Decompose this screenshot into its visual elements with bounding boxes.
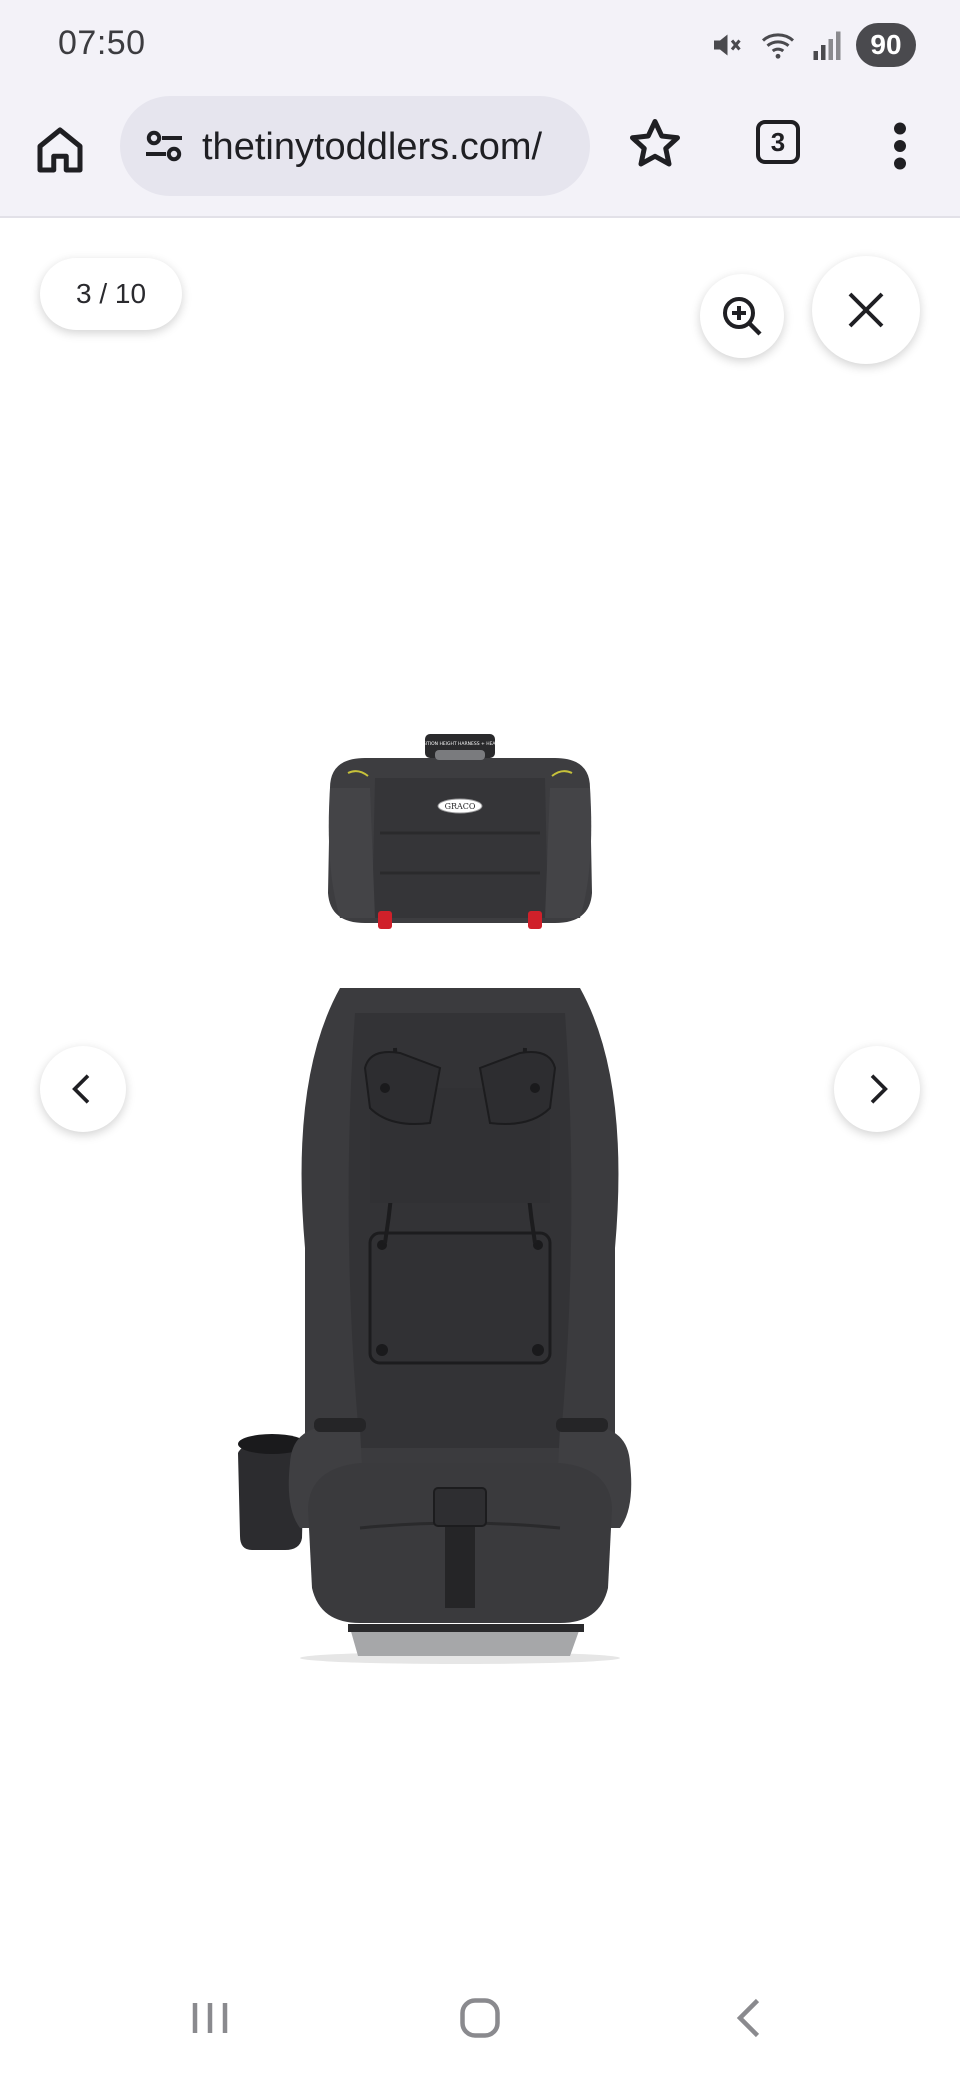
star-icon: [630, 119, 680, 167]
more-vert-icon: [894, 122, 906, 170]
system-home-button[interactable]: [450, 1988, 510, 2048]
system-navigation-bar: [0, 1958, 960, 2080]
close-gallery-button[interactable]: [812, 256, 920, 364]
bookmark-button[interactable]: [625, 114, 685, 174]
graco-logo: GRACO: [445, 802, 476, 811]
zoom-button[interactable]: [700, 274, 784, 358]
recent-apps-icon: [192, 2003, 228, 2033]
url-text[interactable]: thetinytoddlers.com/: [202, 122, 582, 172]
headrest-label: 10 POSITION HEIGHT HARNESS + HEADREST: [409, 741, 510, 747]
home-circle-icon: [460, 1998, 500, 2038]
signal-icon: [813, 31, 841, 60]
status-icons: 90: [708, 22, 916, 68]
status-bar: 07:50 90: [0, 0, 960, 90]
mute-icon: [714, 34, 741, 56]
image-counter: 3 / 10: [40, 258, 182, 330]
back-icon: [736, 1998, 760, 2038]
more-options-button[interactable]: [880, 116, 920, 176]
system-back-button[interactable]: [720, 1988, 780, 2048]
next-image-button[interactable]: [834, 1046, 920, 1132]
site-settings-button[interactable]: [140, 122, 188, 170]
close-icon: [848, 292, 884, 328]
url-bar[interactable]: thetinytoddlers.com/: [120, 96, 590, 196]
browser-toolbar: thetinytoddlers.com/ 3: [0, 90, 960, 218]
status-time: 07:50: [58, 24, 146, 62]
battery-indicator: 90: [856, 23, 916, 67]
previous-image-button[interactable]: [40, 1046, 126, 1132]
wifi-icon: [761, 33, 795, 59]
home-button[interactable]: [30, 120, 90, 180]
site-settings-icon: [146, 130, 182, 162]
home-icon: [37, 127, 83, 173]
chevron-right-icon: [870, 1074, 888, 1104]
product-image: 10 POSITION HEIGHT HARNESS + HEADREST GR…: [238, 734, 632, 1664]
image-gallery: 3 / 10 10 POSITION HEIGHT HARNESS + HEAD…: [0, 218, 960, 1958]
chevron-left-icon: [72, 1074, 90, 1104]
recent-apps-button[interactable]: [180, 1988, 240, 2048]
tab-switcher-button[interactable]: 3: [756, 120, 800, 164]
zoom-in-icon: [723, 297, 762, 336]
